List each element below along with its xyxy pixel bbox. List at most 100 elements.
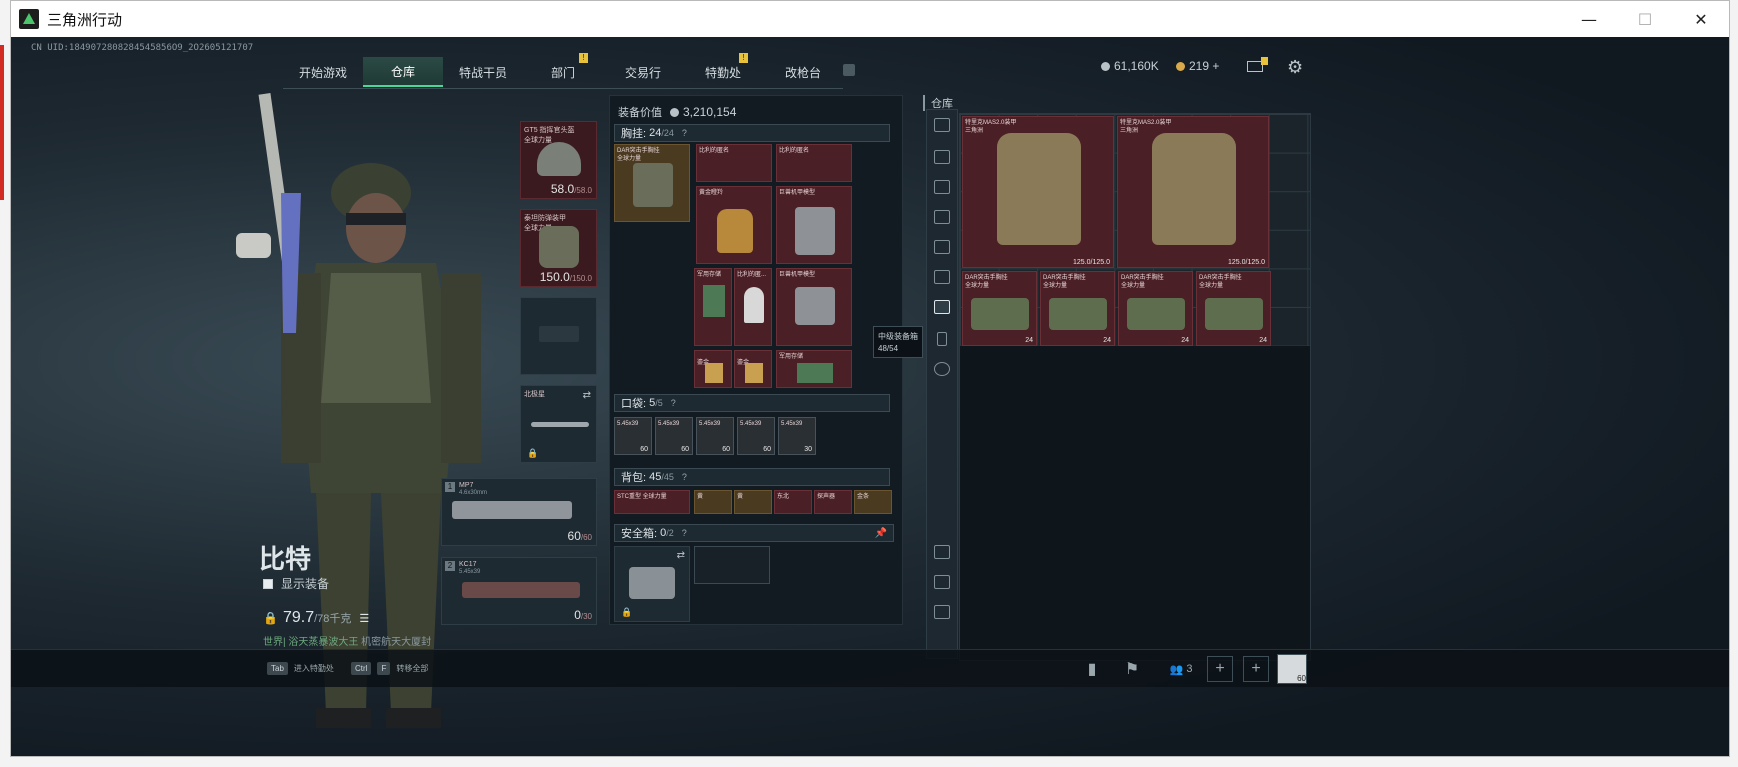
stash-rig-item[interactable]: DAR突击手胸挂 全球力量 24 xyxy=(1196,271,1271,346)
weapon-filter-icon[interactable] xyxy=(934,180,950,194)
expand-icon[interactable] xyxy=(934,605,950,619)
inventory-item[interactable]: 比利的匿名 xyxy=(696,144,772,182)
item-label: DAR突击手胸挂 全球力量 xyxy=(1043,275,1086,289)
squad-count: 3 xyxy=(1186,663,1193,675)
swap-icon[interactable]: ⇄ xyxy=(583,390,591,401)
minimize-button[interactable]: — xyxy=(1561,1,1617,37)
container-filter-icon[interactable] xyxy=(934,300,950,314)
medical-filter-icon[interactable] xyxy=(934,240,950,254)
weapon-1-caliber: 4.6x30mm xyxy=(459,490,488,496)
inventory-item[interactable]: 巨兽机甲模型 xyxy=(776,268,852,346)
backpack-item[interactable]: 黄 xyxy=(734,490,772,514)
lock-filter-icon[interactable] xyxy=(937,332,947,346)
material-filter-icon[interactable] xyxy=(934,270,950,284)
ammo-label: 5.45x39 xyxy=(781,421,803,427)
gold-currency[interactable]: 219 + xyxy=(1176,59,1219,73)
ammo-item[interactable]: 5.45x39 60 xyxy=(614,417,652,455)
squad-members[interactable]: 👥 3 xyxy=(1161,656,1201,682)
safe-box-empty-slot[interactable] xyxy=(694,546,770,584)
body-armor-icon xyxy=(1152,133,1236,245)
inventory-item[interactable]: 鎏金 xyxy=(734,350,772,388)
sidearm-slot[interactable] xyxy=(520,297,597,375)
ammo-item[interactable]: 5.45x39 60 xyxy=(655,417,693,455)
inventory-item[interactable]: 黄金瞪羚 xyxy=(696,186,772,264)
backpack-item[interactable]: 东北 xyxy=(774,490,812,514)
layers-icon[interactable] xyxy=(934,575,950,589)
tab-gunsmith[interactable]: 改枪台 xyxy=(763,57,843,87)
swap-icon[interactable]: ⇄ xyxy=(677,550,685,561)
golden-deer-icon xyxy=(717,209,753,253)
safe-max: /2 xyxy=(666,528,674,538)
primary-weapon-1-slot[interactable]: 1 MP7 4.6x30mm 60/60 xyxy=(441,478,597,546)
flag-icon[interactable]: ⚑ xyxy=(1119,656,1145,682)
chest-rig-slot[interactable]: DAR突击手胸挂 全球力量 xyxy=(614,144,690,222)
backpack-item[interactable]: 探声器 xyxy=(814,490,852,514)
ammo-item[interactable]: 5.45x39 60 xyxy=(696,417,734,455)
close-button[interactable]: ✕ xyxy=(1673,1,1729,37)
helmet-icon xyxy=(537,142,581,176)
melee-slot[interactable]: 北极星 ⇄ 🔒 xyxy=(520,385,597,463)
hint-special-service[interactable]: Tab 进入特勤处 xyxy=(267,662,334,675)
tab-department[interactable]: 部门! xyxy=(523,53,603,87)
invite-slot-2[interactable]: + xyxy=(1243,656,1269,682)
inventory-item[interactable]: 军用存储 xyxy=(694,268,732,346)
nav-end-icon[interactable] xyxy=(843,64,855,76)
tab-trading[interactable]: 交易行 xyxy=(603,57,683,87)
item-label: 黄 xyxy=(697,494,704,500)
stash-armor-item[interactable]: 特里克MAS2.0装甲 三角洲 125.0/125.0 xyxy=(962,116,1114,268)
armor-durability: 150.0/150.0 xyxy=(539,270,592,284)
ammo-label: 5.45x39 xyxy=(740,421,762,427)
rifle-icon xyxy=(462,582,580,598)
titlebar: 三角洲行动 — ☐ ✕ xyxy=(11,1,1729,37)
tab-special-service[interactable]: 特勤处! xyxy=(683,53,763,87)
world-chat-message[interactable]: 世界| 浴天蒸暴波大王 机密航天大厦封 xyxy=(263,633,431,648)
ammo-item[interactable]: 5.45x39 30 xyxy=(778,417,816,455)
help-icon[interactable]: ? xyxy=(682,472,687,482)
inventory-item[interactable]: 比利的匿... xyxy=(734,268,772,346)
inventory-item[interactable]: 巨兽机甲模型 xyxy=(776,186,852,264)
stash-grid-panel: 特里克MAS2.0装甲 三角洲 125.0/125.0 特里克MAS2.0装甲 … xyxy=(959,113,1311,661)
item-label: STC重型 全球力量 xyxy=(617,494,667,500)
player-avatar[interactable]: 60 xyxy=(1277,654,1307,684)
stats-icon[interactable]: ▮ xyxy=(1079,656,1105,682)
pin-icon[interactable]: 📌 xyxy=(875,528,887,539)
sort-icon[interactable] xyxy=(934,545,950,559)
primary-weapon-2-slot[interactable]: 2 KC17 5.45x39 0/30 xyxy=(441,557,597,625)
hint-transfer-all[interactable]: Ctrl F 转移全部 xyxy=(351,662,428,675)
show-gear-checkbox[interactable] xyxy=(263,578,273,589)
maximize-button[interactable]: ☐ xyxy=(1617,1,1673,37)
weapon-2-name: KC17 xyxy=(459,561,477,568)
inventory-item[interactable]: 鎏金 xyxy=(694,350,732,388)
ammo-item[interactable]: 5.45x39 60 xyxy=(737,417,775,455)
settings-filter-icon[interactable] xyxy=(934,362,950,376)
stash-armor-item[interactable]: 特里克MAS2.0装甲 三角洲 125.0/125.0 xyxy=(1117,116,1269,268)
slot-count: 24 xyxy=(1025,337,1033,344)
help-icon[interactable]: ? xyxy=(682,528,687,538)
stash-rig-item[interactable]: DAR突击手胸挂 全球力量 24 xyxy=(1118,271,1193,346)
armor-slot[interactable]: 泰坦防弹装甲 全球力量 150.0/150.0 xyxy=(520,209,597,287)
inventory-item[interactable]: 军用存储 xyxy=(776,350,852,388)
backpack-item[interactable]: STC重型 全球力量 xyxy=(614,490,690,514)
help-icon[interactable]: ? xyxy=(671,398,676,408)
backpack-item[interactable]: 金条 xyxy=(854,490,892,514)
world-chat-prefix: 世界| 浴天蒸暴波大王 xyxy=(263,637,359,648)
inventory-item[interactable]: 比利的匿名 xyxy=(776,144,852,182)
settings-gear-icon[interactable]: ⚙ xyxy=(1287,57,1303,78)
help-icon[interactable]: ? xyxy=(682,128,687,138)
invite-slot-1[interactable]: + xyxy=(1207,656,1233,682)
notification-badge xyxy=(1261,57,1268,65)
armor-filter-icon[interactable] xyxy=(934,150,950,164)
backpack-item[interactable]: 黄 xyxy=(694,490,732,514)
add-gold-button[interactable]: + xyxy=(1212,59,1219,73)
ammo-count: 30 xyxy=(804,446,812,453)
helmet-filter-icon[interactable] xyxy=(934,118,950,132)
stash-rig-item[interactable]: DAR突击手胸挂 全球力量 24 xyxy=(1040,271,1115,346)
backpack-header: 背包: 45/45? xyxy=(614,468,890,486)
ammo-filter-icon[interactable] xyxy=(934,210,950,224)
helmet-slot[interactable]: GT5 指挥官头盔 全球力量 58.0/58.0 xyxy=(520,121,597,199)
weapon-1-ammo: 60/60 xyxy=(567,529,592,543)
stash-rig-item[interactable]: DAR突击手胸挂 全球力量 24 xyxy=(962,271,1037,346)
safe-box-slot[interactable]: ⇄ 🔒 xyxy=(614,546,690,622)
weight-list-icon[interactable]: ☰ xyxy=(359,612,369,625)
show-gear-toggle[interactable]: 显示装备 xyxy=(263,575,329,592)
